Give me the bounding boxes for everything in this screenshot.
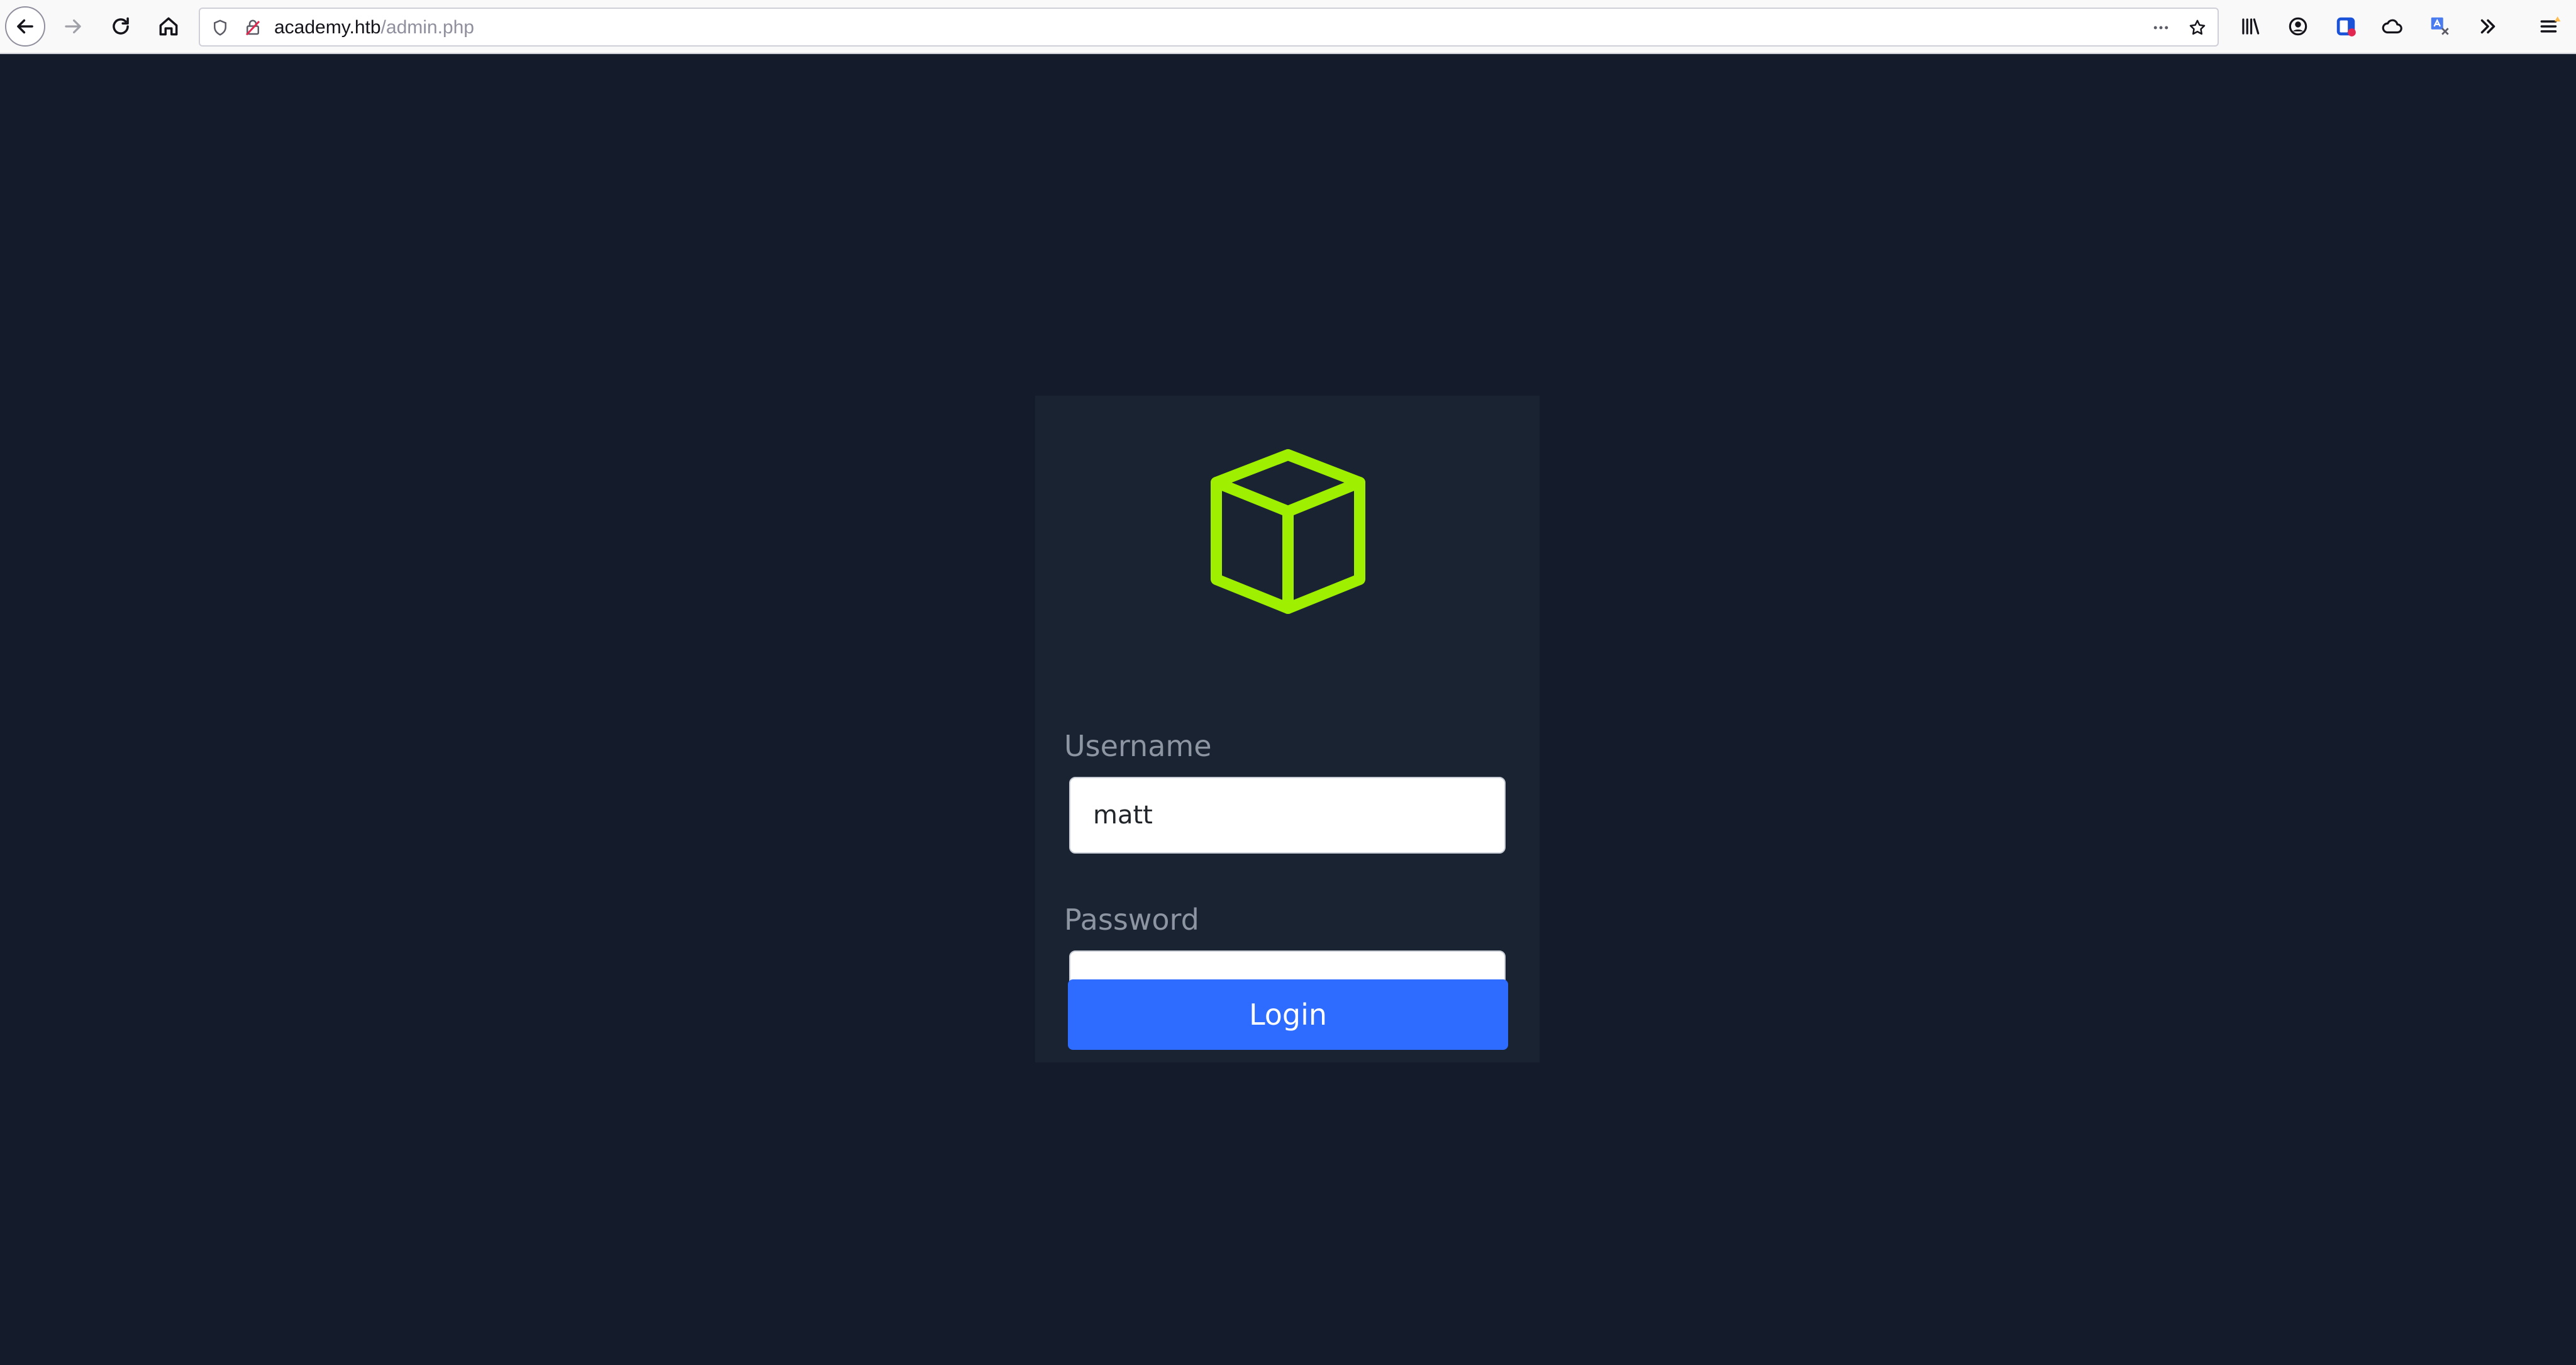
double-chevron-right-icon [2480,19,2496,34]
login-card: Username Password [1035,396,1540,1062]
forward-arrow-icon [65,19,81,34]
back-button[interactable] [5,6,45,47]
back-arrow-icon [17,19,33,34]
password-label: Password [1064,903,1199,937]
cloud-icon [2382,19,2402,34]
forward-button[interactable] [53,6,93,47]
extension-button[interactable] [2326,6,2366,47]
account-icon [2289,17,2307,36]
cube-logo-icon [1211,449,1365,614]
page-body: Username Password [0,54,2576,1365]
library-icon [2242,18,2260,35]
username-label: Username [1064,729,1212,763]
browser-toolbar: academy.htb/admin.php [0,0,2576,54]
url-text[interactable]: academy.htb/admin.php [274,16,474,39]
login-button[interactable]: Login [1068,979,1508,1050]
url-bar[interactable]: academy.htb/admin.php [199,8,2219,47]
sync-button[interactable] [2372,6,2412,47]
translate-icon [2431,17,2449,35]
account-button[interactable] [2278,6,2318,47]
home-icon [159,17,178,36]
home-button[interactable] [148,6,189,47]
username-input[interactable] [1069,777,1506,854]
hamburger-menu-icon [2540,16,2561,33]
insecure-lock-icon[interactable] [242,16,264,39]
extension-icon [2336,17,2356,36]
reload-button[interactable] [101,6,141,47]
more-horizontal-icon[interactable] [2150,16,2172,39]
url-host: academy.htb [274,17,381,38]
reload-icon [113,17,129,35]
library-button[interactable] [2230,6,2270,47]
star-icon[interactable] [2186,16,2209,39]
url-path: /admin.php [380,17,474,38]
translate-button[interactable] [2420,6,2460,47]
menu-button[interactable] [2529,6,2570,47]
tracking-shield-icon[interactable] [209,16,231,39]
overflow-button[interactable] [2468,6,2508,47]
